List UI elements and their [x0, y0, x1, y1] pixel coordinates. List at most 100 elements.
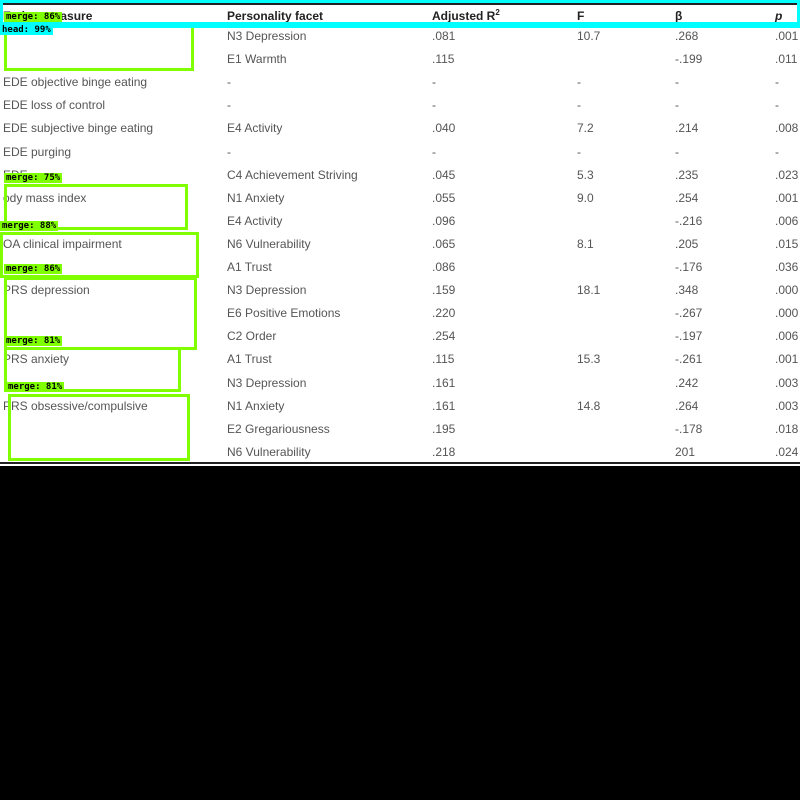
table-cell: 201 — [675, 445, 696, 459]
table-cell: .159 — [432, 283, 456, 297]
table-cell: .254 — [675, 191, 699, 205]
table-cell: N3 Depression — [227, 376, 307, 390]
table-cell: - — [577, 75, 581, 89]
table-cell: 18.1 — [577, 283, 601, 297]
table-cell: .003 — [775, 376, 799, 390]
table-cell: .000 — [775, 306, 799, 320]
table-cell: -.216 — [675, 214, 703, 228]
table-cell: - — [227, 98, 231, 112]
table-cell: .023 — [775, 168, 799, 182]
table-cell: -.176 — [675, 260, 703, 274]
table-cell: .254 — [432, 329, 456, 343]
table-cell: .220 — [432, 306, 456, 320]
detection-label: merge: 75% — [4, 173, 63, 183]
detection-label: merge: 88% — [0, 221, 59, 231]
table-cell: 9.0 — [577, 191, 594, 205]
table-cell: .235 — [675, 168, 699, 182]
table-cell: .195 — [432, 422, 456, 436]
table-cell: - — [675, 145, 679, 159]
table-cell: .036 — [775, 260, 799, 274]
detection-label: merge: 81% — [4, 336, 63, 346]
table-cell: .205 — [675, 237, 699, 251]
table-cell: E2 Gregariousness — [227, 422, 330, 436]
table-cell: - — [432, 75, 436, 89]
table-cell: .008 — [775, 121, 799, 135]
table-cell: 14.8 — [577, 399, 601, 413]
table-cell: EDE subjective binge eating — [3, 121, 154, 135]
table-cell: EDE purging — [3, 145, 72, 159]
table-cell: E4 Activity — [227, 214, 283, 228]
table-cell: .000 — [775, 283, 799, 297]
detection-label: merge: 86% — [4, 12, 63, 22]
table-cell: - — [577, 98, 581, 112]
table-cell: - — [775, 145, 779, 159]
table-cell: .115 — [432, 52, 455, 66]
table-cell: .006 — [775, 214, 799, 228]
table-cell: N1 Anxiety — [227, 191, 285, 205]
table-cell: N6 Vulnerability — [227, 445, 311, 459]
table-cell: .086 — [432, 260, 456, 274]
table-cell: - — [432, 145, 436, 159]
table-cell: .161 — [432, 376, 456, 390]
detection-box — [0, 22, 800, 28]
table-cell: E1 Warmth — [227, 52, 287, 66]
table-cell: EDE objective binge eating — [3, 75, 148, 89]
table-cell: -.178 — [675, 422, 703, 436]
table-cell: .115 — [432, 352, 455, 366]
detection-label: merge: 86% — [4, 264, 63, 274]
table-cell: .015 — [775, 237, 799, 251]
table-cell: -.197 — [675, 329, 703, 343]
table-cell: - — [227, 75, 231, 89]
table-cell: .024 — [775, 445, 799, 459]
detection-label: merge: 81% — [6, 382, 65, 392]
table-cell: C2 Order — [227, 329, 277, 343]
table-cell: .001 — [775, 352, 799, 366]
table-cell: N3 Depression — [227, 283, 307, 297]
table-cell: 5.3 — [577, 168, 594, 182]
table-cell: .268 — [675, 29, 699, 43]
table-cell: .018 — [775, 422, 799, 436]
table-cell: -.261 — [675, 352, 703, 366]
table-cell: -.199 — [675, 52, 703, 66]
table-cell: .065 — [432, 237, 456, 251]
table-cell: .003 — [775, 399, 799, 413]
table-cell: 8.1 — [577, 237, 594, 251]
table-cell: C4 Achievement Striving — [227, 168, 358, 182]
detection-box — [8, 394, 190, 461]
table-cell: A1 Trust — [227, 260, 272, 274]
table-cell: - — [675, 98, 679, 112]
table-cell: .045 — [432, 168, 456, 182]
table-cell: .218 — [432, 445, 456, 459]
table-cell: - — [775, 98, 779, 112]
table-cell: .001 — [775, 29, 799, 43]
table-cell: .055 — [432, 191, 456, 205]
table-cell: .001 — [775, 191, 799, 205]
table-cell: 7.2 — [577, 121, 594, 135]
table-cell: 10.7 — [577, 29, 601, 43]
table-cell: - — [675, 75, 679, 89]
detection-label: head: 99% — [0, 25, 53, 35]
table-cell: .214 — [675, 121, 699, 135]
table-cell: - — [227, 145, 231, 159]
table-bottom-rule — [0, 462, 800, 464]
table-cell: E6 Positive Emotions — [227, 306, 341, 320]
table-cell: .006 — [775, 329, 799, 343]
table-cell: .081 — [432, 29, 456, 43]
table-cell: E4 Activity — [227, 121, 283, 135]
table-cell: .348 — [675, 283, 699, 297]
table-cell: .096 — [432, 214, 456, 228]
table-cell: .242 — [675, 376, 699, 390]
table-cell: - — [432, 98, 436, 112]
table-cell: A1 Trust — [227, 352, 272, 366]
table-cell: -.267 — [675, 306, 703, 320]
table-cell: .264 — [675, 399, 699, 413]
table-cell: .011 — [775, 52, 798, 66]
table-cell: 15.3 — [577, 352, 601, 366]
table-cell: .040 — [432, 121, 456, 135]
table-cell: - — [775, 75, 779, 89]
table-cell: EDE loss of control — [3, 98, 106, 112]
table-cell: N3 Depression — [227, 29, 307, 43]
table-cell: N1 Anxiety — [227, 399, 285, 413]
table-cell: N6 Vulnerability — [227, 237, 311, 251]
table-cell: .161 — [432, 399, 456, 413]
